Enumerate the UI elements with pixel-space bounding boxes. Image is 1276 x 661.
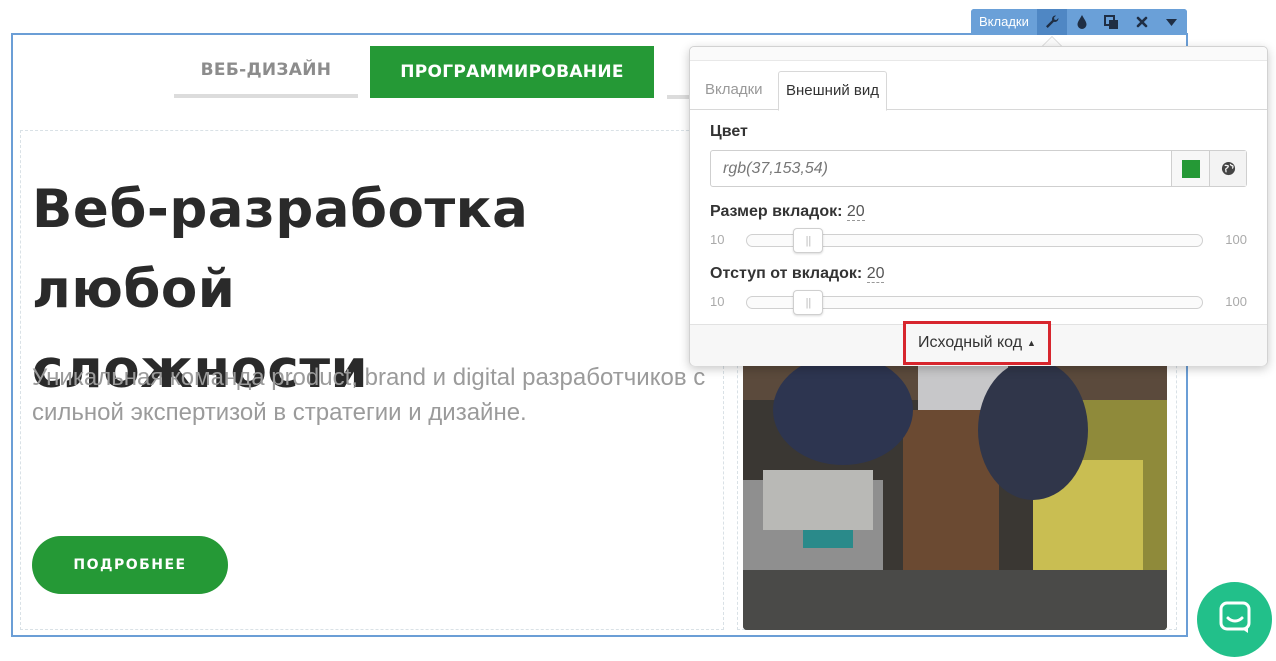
source-code-label: Исходный код bbox=[918, 334, 1023, 351]
element-toolbar: Вкладки bbox=[971, 9, 1187, 35]
tab-programming[interactable]: ПРОГРАММИРОВАНИЕ bbox=[370, 46, 654, 98]
more-button[interactable]: ПОДРОБНЕЕ bbox=[32, 536, 228, 594]
tab-programming-label: ПРОГРАММИРОВАНИЕ bbox=[400, 62, 624, 82]
tabs-settings-panel: Вкладки Внешний вид Цвет rgb(37,153,54) … bbox=[689, 46, 1268, 366]
tab-offset-label-text: Отступ от вкладок bbox=[710, 265, 857, 282]
tab-web-design[interactable]: ВЕБ-ДИЗАЙН bbox=[174, 46, 358, 98]
tab-size-label-text: Размер вкладок bbox=[710, 203, 838, 220]
tab-size-min: 10 bbox=[710, 232, 725, 247]
team-photo bbox=[743, 340, 1167, 630]
tab-size-slider-handle[interactable]: || bbox=[793, 228, 824, 253]
color-label: Цвет bbox=[710, 123, 748, 140]
color-swatch bbox=[1181, 159, 1200, 178]
tab-offset-label: Отступ от вкладок: 20 bbox=[710, 265, 885, 283]
toolbar-label: Вкладки bbox=[971, 9, 1037, 35]
tab-offset-max: 100 bbox=[1225, 294, 1247, 309]
caret-down-icon[interactable] bbox=[1156, 9, 1187, 35]
tab-offset-slider-row: 10 || 100 bbox=[710, 290, 1247, 315]
chat-widget-button[interactable] bbox=[1197, 582, 1272, 657]
tab-offset-value[interactable]: 20 bbox=[866, 265, 885, 283]
panel-tab-tabs[interactable]: Вкладки bbox=[698, 71, 770, 110]
tab-offset-min: 10 bbox=[710, 294, 725, 309]
color-value[interactable]: rgb(37,153,54) bbox=[711, 151, 1171, 186]
wrench-icon[interactable] bbox=[1036, 9, 1067, 35]
page-title-line1: Веб-разработка любой bbox=[32, 179, 529, 320]
tab-size-max: 100 bbox=[1225, 232, 1247, 247]
tab-third-underline bbox=[667, 95, 691, 99]
source-code-button[interactable]: Исходный код ▲ bbox=[903, 321, 1051, 365]
tab-size-value[interactable]: 20 bbox=[846, 203, 865, 221]
panel-header bbox=[690, 47, 1267, 61]
tab-web-design-label: ВЕБ-ДИЗАЙН bbox=[200, 60, 332, 80]
tab-offset-slider-handle[interactable]: || bbox=[793, 290, 824, 315]
panel-tabs: Вкладки Внешний вид bbox=[690, 71, 1267, 111]
tab-size-slider-row: 10 || 100 bbox=[710, 228, 1247, 253]
globe-icon[interactable] bbox=[1209, 151, 1246, 186]
close-icon[interactable] bbox=[1126, 9, 1157, 35]
color-swatch-button[interactable] bbox=[1171, 151, 1209, 186]
hero-description: Уникальная команда product, brand и digi… bbox=[32, 364, 706, 426]
tab-size-label: Размер вкладок: 20 bbox=[710, 203, 865, 221]
chat-icon bbox=[1218, 600, 1252, 639]
duplicate-icon[interactable] bbox=[1096, 9, 1127, 35]
panel-tab-appearance[interactable]: Внешний вид bbox=[778, 71, 887, 111]
caret-up-icon: ▲ bbox=[1027, 338, 1036, 348]
panel-footer: Исходный код ▲ bbox=[690, 321, 1267, 366]
color-field[interactable]: rgb(37,153,54) bbox=[710, 150, 1247, 187]
drop-icon[interactable] bbox=[1066, 9, 1097, 35]
